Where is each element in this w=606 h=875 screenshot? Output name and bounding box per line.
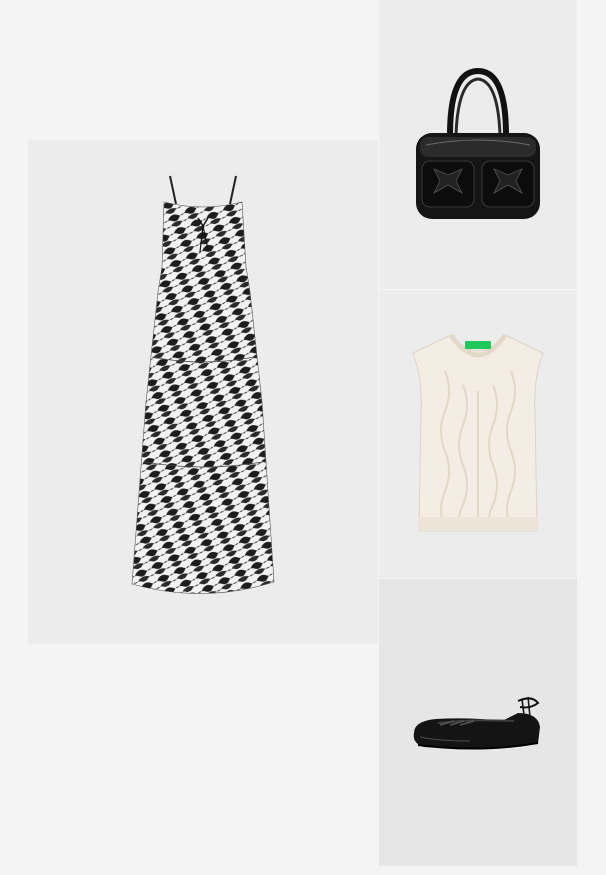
product-tile-dress[interactable] <box>28 140 378 644</box>
cream-cable-knit-vest-icon <box>412 333 544 532</box>
zebra-print-maxi-dress-icon <box>131 175 275 594</box>
black-lace-up-ballet-flat-icon <box>413 696 540 750</box>
black-leather-shoulder-bag-icon <box>416 67 540 219</box>
product-tile-bag[interactable] <box>379 0 577 289</box>
product-tile-vest[interactable] <box>379 290 577 578</box>
product-tile-shoe[interactable] <box>379 579 577 866</box>
